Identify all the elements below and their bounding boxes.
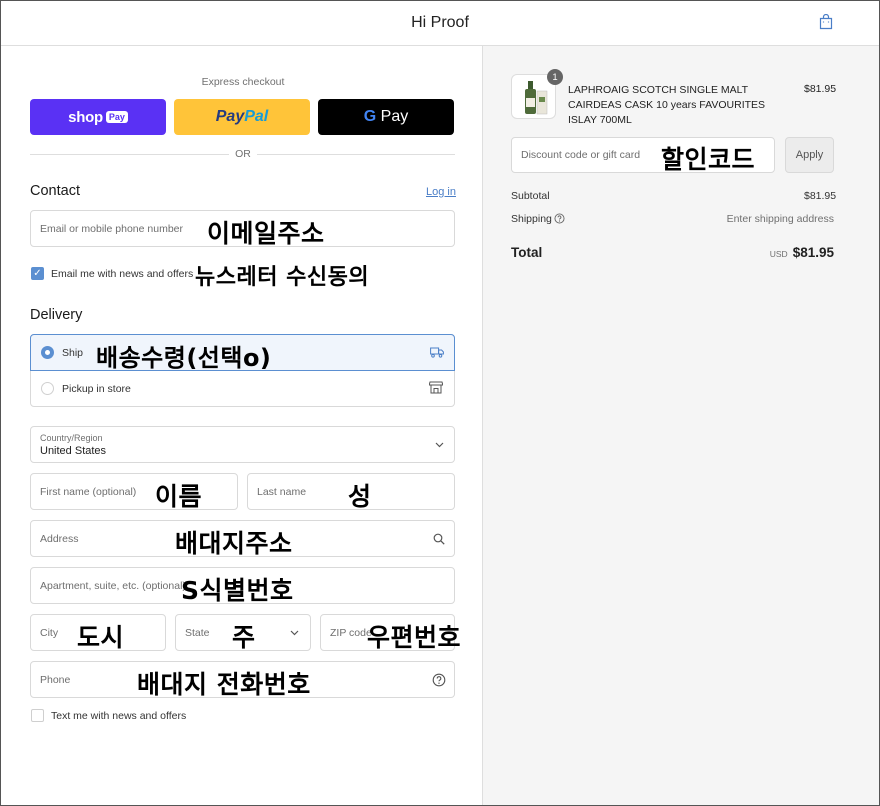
total-amount: USD $81.95	[770, 245, 834, 260]
country-select[interactable]: Country/Region United States	[30, 426, 455, 463]
email-annotation: 이메일주소	[207, 219, 325, 248]
apply-button[interactable]: Apply	[785, 137, 834, 173]
store-icon	[429, 381, 443, 394]
phone-field[interactable]: Phone 배대지 전화번호	[30, 661, 455, 699]
news-checkbox-label: Email me with news and offers	[51, 268, 194, 280]
login-link[interactable]: Log in	[426, 186, 456, 198]
apartment-placeholder: Apartment, suite, etc. (optional)	[40, 580, 186, 592]
ship-annotation: 배송수령(선택o)	[96, 344, 272, 372]
ship-option[interactable]: Ship 배송수령(선택o)	[30, 334, 455, 372]
subtotal-value: $81.95	[804, 190, 837, 202]
zip-annotation: 우편번호	[367, 623, 462, 652]
page-header: Hi Proof	[1, 1, 879, 46]
order-summary: 1 LAPHROAIG SCOTCH SINGLE MALT CAIRDEAS …	[482, 46, 879, 805]
email-field[interactable]: Email or mobile phone number 이메일주소	[30, 210, 455, 248]
first-name-placeholder: First name (optional)	[40, 486, 137, 498]
subtotal-label: Subtotal	[511, 190, 550, 202]
phone-placeholder: Phone	[40, 674, 71, 686]
text-offers-label: Text me with news and offers	[51, 710, 187, 722]
ship-radio[interactable]	[41, 346, 54, 359]
pickup-option[interactable]: Pickup in store	[31, 371, 454, 406]
delivery-heading: Delivery	[30, 307, 83, 323]
shop-pay-button[interactable]: shop Pay	[30, 99, 166, 135]
total-label: Total	[511, 245, 543, 260]
chevron-down-icon	[435, 442, 444, 448]
chevron-down-icon	[290, 630, 299, 636]
search-icon[interactable]	[433, 533, 445, 545]
product-name: LAPHROAIG SCOTCH SINGLE MALT CAIRDEAS CA…	[568, 84, 766, 126]
last-name-placeholder: Last name	[257, 486, 307, 498]
country-label: Country/Region	[40, 433, 103, 443]
apartment-field[interactable]: Apartment, suite, etc. (optional) S식별번호	[30, 567, 455, 605]
checkout-form: Express checkout shop Pay PayPal G Pay O…	[1, 46, 482, 805]
discount-placeholder: Discount code or gift card	[521, 149, 641, 161]
shopping-bag-icon[interactable]	[819, 14, 833, 30]
brand-title[interactable]: Hi Proof	[1, 14, 879, 32]
truck-icon	[430, 347, 444, 358]
address-field[interactable]: Address 배대지주소	[30, 520, 455, 558]
or-label: OR	[229, 148, 257, 160]
google-g-icon: G	[363, 108, 377, 125]
state-placeholder: State	[185, 627, 210, 639]
email-placeholder: Email or mobile phone number	[40, 223, 183, 235]
text-offers-checkbox[interactable]	[31, 709, 44, 722]
country-value: United States	[40, 445, 107, 457]
shop-pay-badge: Pay	[105, 111, 128, 123]
zip-field[interactable]: ZIP code 우편번호	[320, 614, 461, 652]
city-placeholder: City	[40, 627, 59, 639]
delivery-method-group: Ship 배송수령(선택o) Pickup in store	[30, 334, 455, 407]
quantity-badge: 1	[547, 69, 563, 85]
product-price: $81.95	[804, 83, 837, 95]
shipping-value: Enter shipping address	[726, 213, 834, 225]
discount-annotation: 할인코드	[661, 145, 756, 174]
google-pay-button[interactable]: G Pay	[318, 99, 454, 135]
contact-heading: Contact	[30, 183, 80, 199]
last-name-annotation: 성	[348, 482, 372, 511]
news-annotation: 뉴스레터 수신동의	[195, 265, 370, 290]
state-annotation: 주	[232, 623, 256, 652]
state-select[interactable]: State 주	[175, 614, 311, 652]
paypal-logo-part2: Pal	[244, 108, 269, 125]
express-checkout-label: Express checkout	[201, 76, 285, 88]
city-field[interactable]: City 도시	[30, 614, 166, 652]
pickup-label: Pickup in store	[62, 383, 131, 395]
shipping-label: Shipping	[511, 213, 552, 225]
total-value: $81.95	[792, 245, 834, 260]
last-name-field[interactable]: Last name 성	[247, 473, 455, 511]
address-placeholder: Address	[40, 533, 79, 545]
google-pay-label: Pay	[380, 108, 409, 125]
news-checkbox[interactable]: ✓	[31, 267, 44, 280]
apartment-annotation: S식별번호	[181, 576, 294, 605]
phone-annotation: 배대지 전화번호	[137, 670, 311, 699]
pickup-radio[interactable]	[41, 382, 54, 395]
first-name-annotation: 이름	[155, 482, 203, 511]
help-circle-icon[interactable]	[432, 673, 446, 687]
shop-pay-logo: shop	[68, 108, 103, 126]
paypal-logo-part1: Pay	[215, 108, 245, 125]
total-currency: USD	[769, 249, 788, 259]
address-annotation: 배대지주소	[175, 529, 293, 558]
discount-code-field[interactable]: Discount code or gift card 할인코드	[511, 137, 775, 174]
ship-label: Ship	[62, 347, 84, 359]
zip-placeholder: ZIP code	[330, 627, 372, 639]
paypal-button[interactable]: PayPal	[174, 99, 310, 135]
city-annotation: 도시	[77, 623, 125, 652]
help-circle-icon[interactable]	[554, 213, 565, 224]
first-name-field[interactable]: First name (optional) 이름	[30, 473, 238, 511]
